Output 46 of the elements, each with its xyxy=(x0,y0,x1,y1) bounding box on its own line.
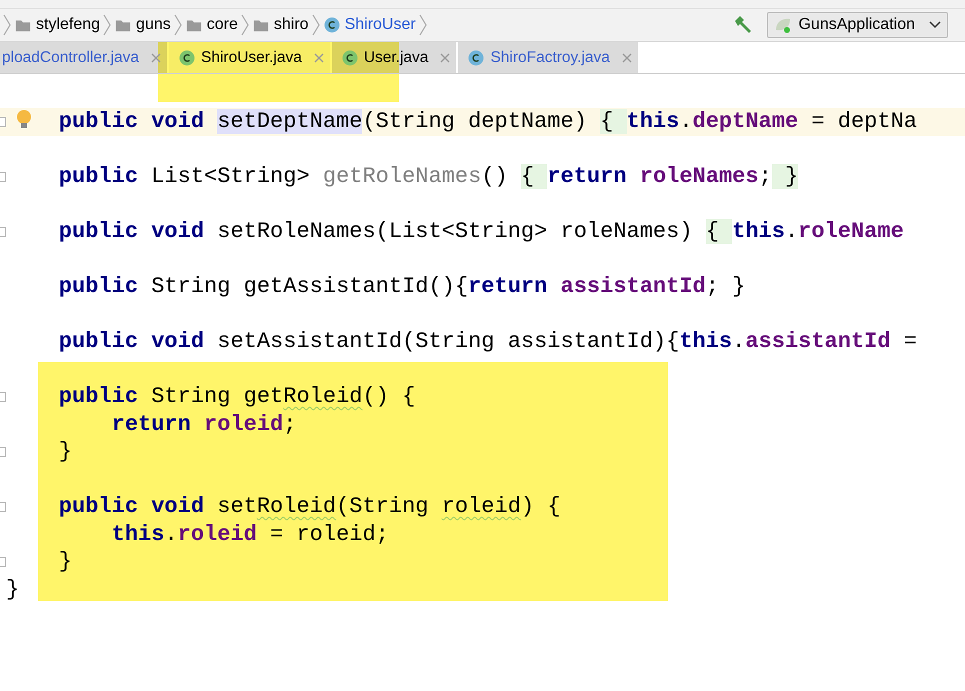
class-icon xyxy=(324,17,340,33)
leaf-icon xyxy=(774,16,792,34)
chevron-icon xyxy=(3,13,12,37)
chevron-icon xyxy=(103,13,112,37)
code-line: public void setRoleid(String roleid) { xyxy=(58,493,561,520)
fold-marker-icon[interactable] xyxy=(0,172,6,182)
code-line: public List<String> getRoleNames() { return roleNames; } xyxy=(58,163,798,190)
code-line: public void setRoleNames(List<String> roleNames) { this.roleName xyxy=(58,218,904,246)
close-icon[interactable] xyxy=(440,52,450,62)
chevron-icon xyxy=(240,13,250,37)
breadcrumb-item[interactable]: guns xyxy=(115,16,171,34)
file-tab[interactable]: ploadController.java xyxy=(0,42,168,73)
chevron-icon xyxy=(174,13,183,37)
fold-marker-icon[interactable] xyxy=(0,392,6,402)
class-icon xyxy=(179,50,196,66)
breadcrumb-item[interactable]: ShiroUser xyxy=(324,16,416,34)
lightbulb-icon[interactable] xyxy=(16,109,32,131)
code-line: this.roleid = roleid; xyxy=(110,520,389,548)
file-tab[interactable]: ShiroUser.java xyxy=(169,42,330,73)
chevron-icon xyxy=(418,13,428,37)
run-config-dropdown[interactable]: GunsApplication xyxy=(767,12,948,38)
breadcrumb-item[interactable]: core xyxy=(186,16,238,34)
close-icon[interactable] xyxy=(151,52,162,62)
fold-marker-icon[interactable] xyxy=(0,227,6,237)
code-line: } xyxy=(58,438,72,466)
class-icon xyxy=(342,50,358,66)
hammer-icon[interactable] xyxy=(733,15,754,35)
breadcrumb-item[interactable]: shiro xyxy=(252,16,309,34)
fold-marker-icon[interactable] xyxy=(0,117,6,127)
code-line: } xyxy=(58,548,72,576)
code-line: public String getRoleid() { xyxy=(58,383,416,410)
caret-icon xyxy=(929,21,941,29)
code-line: public String getAssistantId(){return assistantId; } xyxy=(58,273,746,300)
code-line: public void setAssistantId(String assistantId){this.assistantId = xyxy=(58,328,917,356)
fold-marker-icon[interactable] xyxy=(0,447,6,457)
code-line: public void setDeptName(String deptName) { this.deptName = deptNa xyxy=(58,108,917,136)
close-icon[interactable] xyxy=(314,52,324,62)
code-line: } xyxy=(6,576,20,603)
code-line: return roleid; xyxy=(110,410,296,438)
chevron-icon xyxy=(312,13,321,37)
breadcrumb-item[interactable]: stylefeng xyxy=(15,16,100,34)
fold-marker-icon[interactable] xyxy=(0,557,6,567)
fold-marker-icon[interactable] xyxy=(0,502,6,512)
close-icon[interactable] xyxy=(622,52,632,62)
class-icon xyxy=(468,50,484,66)
file-tab[interactable]: ShiroFactroy.java xyxy=(458,42,638,73)
